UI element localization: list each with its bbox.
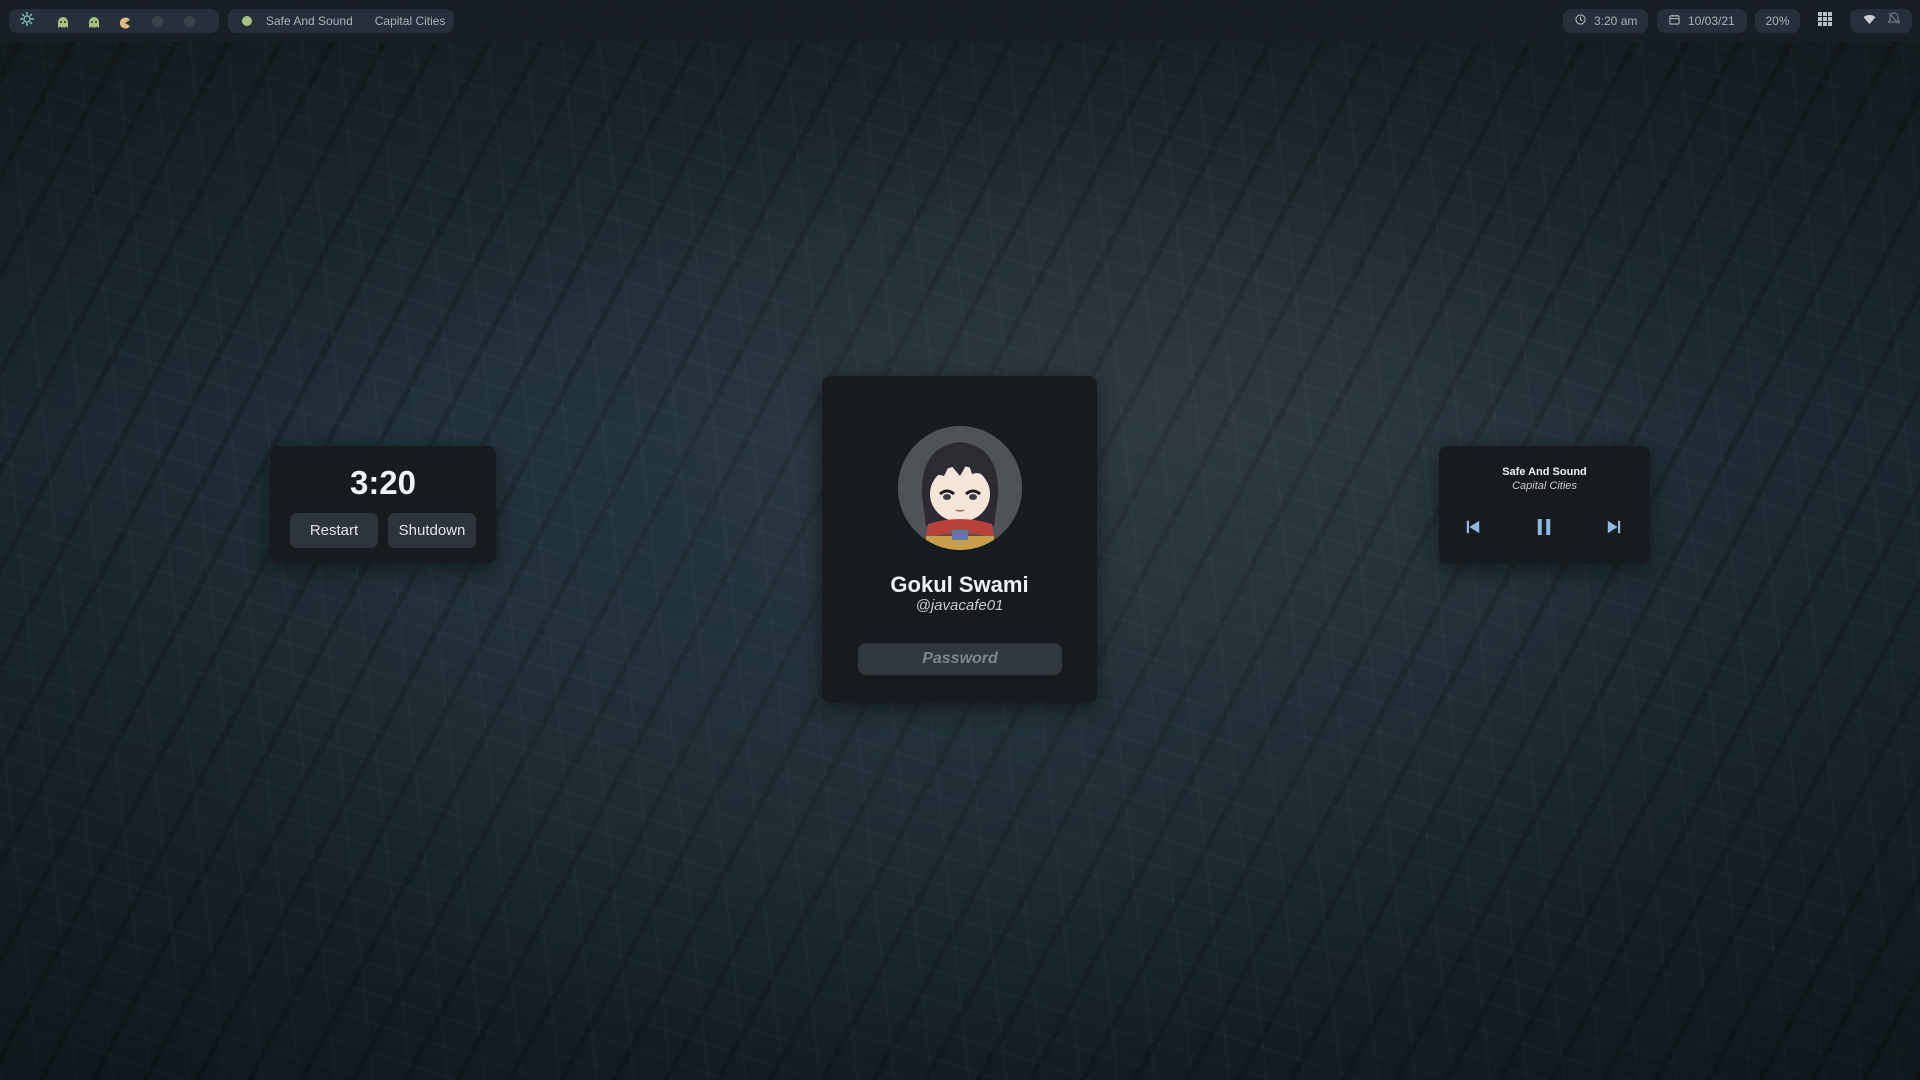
topbar-song-artist: Capital Cities — [374, 14, 446, 28]
app-grid-button[interactable] — [1808, 9, 1842, 33]
top-bar: Safe And Sound Capital Cities 3:20 am 10… — [0, 0, 1920, 42]
topbar-time: 3:20 am — [1594, 14, 1638, 28]
workspace-5-dot-icon[interactable] — [184, 15, 195, 27]
music-disc-icon — [242, 16, 252, 26]
calendar-icon — [1669, 14, 1680, 28]
restart-button[interactable]: Restart — [290, 513, 378, 548]
workspace-2-ghost-icon[interactable] — [88, 16, 99, 28]
now-playing-widget[interactable]: Safe And Sound Capital Cities — [228, 9, 454, 33]
password-field[interactable] — [858, 643, 1062, 675]
clock-widget[interactable]: 3:20 am — [1563, 9, 1648, 33]
workspace-4-dot-icon[interactable] — [152, 15, 163, 27]
date-widget[interactable]: 10/03/21 — [1657, 9, 1747, 33]
workspace-3-pacman-icon[interactable] — [119, 16, 130, 28]
user-handle: @javacafe01 — [915, 597, 1004, 614]
login-widget: Gokul Swami @javacafe01 — [822, 376, 1097, 703]
notification-bell-icon[interactable] — [1886, 12, 1901, 30]
music-player-widget: Safe And Sound Capital Cities — [1439, 446, 1650, 564]
battery-level: 20% — [1765, 14, 1790, 28]
user-display-name: Gokul Swami — [890, 572, 1029, 597]
topbar-date: 10/03/21 — [1688, 14, 1735, 28]
skip-previous-icon — [1466, 520, 1480, 534]
next-track-button[interactable] — [1600, 513, 1628, 541]
grid-icon — [1817, 11, 1833, 32]
avatar — [898, 426, 1022, 550]
battery-widget[interactable]: 20% — [1755, 9, 1800, 33]
power-widget: 3:20 Restart Shutdown — [270, 446, 496, 563]
wifi-icon[interactable] — [1863, 12, 1876, 30]
launcher-icon[interactable] — [19, 11, 35, 32]
topbar-song-title: Safe And Sound — [266, 14, 353, 28]
lockscreen-clock: 3:20 — [349, 464, 417, 501]
previous-track-button[interactable] — [1459, 513, 1487, 541]
music-artist: Capital Cities — [1512, 480, 1577, 492]
workspace-1-ghost-icon[interactable] — [57, 16, 68, 28]
skip-next-icon — [1607, 520, 1621, 534]
pause-button[interactable] — [1530, 513, 1558, 541]
workspace-switcher — [9, 9, 219, 33]
shutdown-button[interactable]: Shutdown — [388, 513, 476, 548]
pause-icon — [1537, 519, 1551, 535]
music-title: Safe And Sound — [1502, 466, 1587, 478]
clock-icon — [1575, 14, 1586, 28]
system-tray[interactable] — [1850, 9, 1912, 33]
